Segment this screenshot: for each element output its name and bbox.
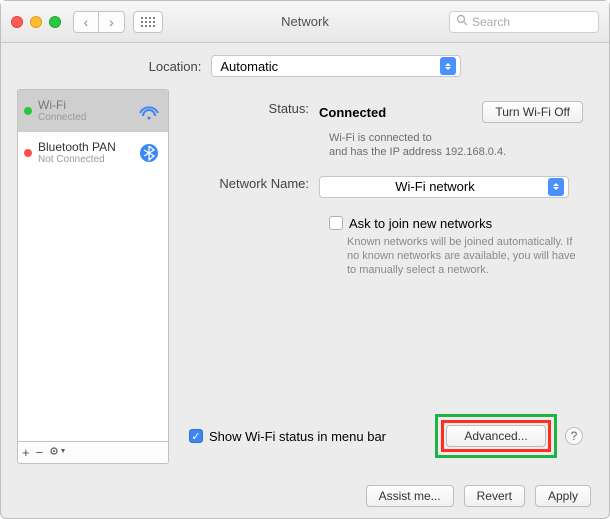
ask-join-checkbox[interactable] — [329, 216, 343, 230]
titlebar: ‹ › Network Search — [1, 1, 609, 43]
apply-button[interactable]: Apply — [535, 485, 591, 507]
show-all-button[interactable] — [133, 11, 163, 33]
back-button[interactable]: ‹ — [73, 11, 99, 33]
status-label: Status: — [189, 101, 319, 123]
detail-pane: Status: Connected Turn Wi-Fi Off Wi-Fi i… — [183, 89, 593, 464]
service-list: Wi-Fi Connected Bluetooth PAN Not Connec… — [17, 89, 169, 442]
network-prefs-window: ‹ › Network Search Location: Automatic — [0, 0, 610, 519]
show-status-checkbox[interactable]: ✓ — [189, 429, 203, 443]
network-name-value: Wi-Fi network — [328, 179, 542, 194]
service-status: Not Connected — [38, 154, 130, 165]
advanced-button[interactable]: Advanced... — [446, 425, 546, 447]
add-service-button[interactable]: + — [22, 445, 30, 460]
close-icon[interactable] — [11, 16, 23, 28]
ask-join-note: Known networks will be joined automatica… — [347, 235, 577, 278]
status-dot-icon — [24, 149, 32, 157]
network-name-select[interactable]: Wi-Fi network — [319, 176, 569, 198]
search-input[interactable]: Search — [449, 11, 599, 33]
location-label: Location: — [149, 59, 202, 74]
turn-wifi-off-button[interactable]: Turn Wi-Fi Off — [482, 101, 583, 123]
network-name-label: Network Name: — [189, 176, 319, 198]
gear-menu-button[interactable] — [49, 445, 67, 460]
nav-buttons: ‹ › — [73, 11, 125, 33]
service-name: Bluetooth PAN — [38, 141, 130, 154]
advanced-highlight: Advanced... — [435, 414, 557, 458]
chevron-updown-icon — [548, 178, 564, 196]
traffic-lights — [11, 16, 61, 28]
zoom-icon[interactable] — [49, 16, 61, 28]
status-detail-text: Wi-Fi is connected to and has the IP add… — [329, 131, 583, 160]
show-status-row: ✓ Show Wi-Fi status in menu bar — [189, 429, 386, 444]
main-area: Wi-Fi Connected Bluetooth PAN Not Connec… — [1, 89, 609, 474]
sidebar: Wi-Fi Connected Bluetooth PAN Not Connec… — [17, 89, 169, 464]
revert-button[interactable]: Revert — [464, 485, 525, 507]
window-title: Network — [281, 14, 329, 29]
forward-button[interactable]: › — [99, 11, 125, 33]
status-dot-icon — [24, 107, 32, 115]
ask-join-label: Ask to join new networks — [349, 216, 492, 231]
remove-service-button[interactable]: − — [36, 445, 44, 460]
location-select[interactable]: Automatic — [211, 55, 461, 77]
search-placeholder: Search — [472, 15, 510, 29]
assist-me-button[interactable]: Assist me... — [366, 485, 454, 507]
status-value: Connected — [319, 105, 386, 120]
show-status-label: Show Wi-Fi status in menu bar — [209, 429, 386, 444]
minimize-icon[interactable] — [30, 16, 42, 28]
help-button[interactable]: ? — [565, 427, 583, 445]
sidebar-toolbar: + − — [17, 442, 169, 464]
sidebar-item-wifi[interactable]: Wi-Fi Connected — [18, 90, 168, 132]
ask-join-row: Ask to join new networks — [329, 216, 583, 231]
wifi-icon — [136, 101, 162, 121]
search-icon — [456, 14, 468, 29]
location-value: Automatic — [220, 59, 278, 74]
grid-icon — [141, 17, 155, 27]
location-row: Location: Automatic — [1, 43, 609, 89]
service-name: Wi-Fi — [38, 99, 130, 112]
chevron-updown-icon — [440, 57, 456, 75]
gear-icon — [49, 445, 67, 457]
sidebar-item-bluetooth-pan[interactable]: Bluetooth PAN Not Connected — [18, 132, 168, 174]
service-status: Connected — [38, 112, 130, 123]
bluetooth-icon — [136, 143, 162, 163]
footer: Assist me... Revert Apply — [1, 474, 609, 518]
